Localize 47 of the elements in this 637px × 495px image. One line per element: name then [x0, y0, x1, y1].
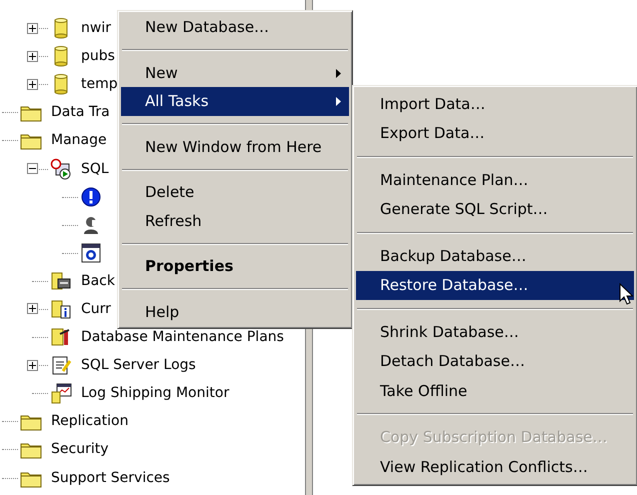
- menu-item[interactable]: Detach Database…: [356, 346, 634, 376]
- mouse-pointer-icon: [619, 283, 633, 305]
- menu-item[interactable]: Take Offline: [356, 376, 634, 406]
- menu-item[interactable]: Shrink Database…: [356, 317, 634, 346]
- menu-item[interactable]: Refresh: [121, 206, 349, 235]
- tree-item[interactable]: Support Services: [50, 470, 171, 486]
- info-database-icon: [50, 298, 72, 320]
- expand-button[interactable]: [27, 22, 38, 34]
- tree-item[interactable]: Replication: [50, 413, 130, 430]
- menu-item[interactable]: Delete: [121, 178, 349, 206]
- menu-item[interactable]: Generate SQL Script…: [356, 194, 634, 224]
- expand-button[interactable]: [27, 50, 38, 62]
- tree-item[interactable]: Curr: [80, 300, 112, 317]
- tools-database-icon: [50, 326, 72, 348]
- expand-button[interactable]: [27, 78, 38, 90]
- menu-item[interactable]: Restore Database…: [356, 270, 634, 300]
- tree-item[interactable]: Back: [80, 272, 116, 289]
- expand-button[interactable]: [27, 303, 38, 314]
- tape-drive-icon: [50, 270, 72, 292]
- exclamation-icon: [80, 186, 102, 208]
- menu-item[interactable]: New: [121, 58, 349, 87]
- tree-item[interactable]: nwir: [80, 20, 112, 36]
- menu-item[interactable]: Properties: [121, 252, 349, 280]
- menu-item[interactable]: View Replication Conflicts…: [356, 452, 634, 482]
- menu-item[interactable]: New Database…: [121, 13, 349, 42]
- tree-item[interactable]: Manage: [50, 132, 108, 148]
- menu-item[interactable]: Import Data…: [356, 89, 634, 118]
- clock-window-icon: [80, 242, 102, 264]
- menu-item[interactable]: Export Data…: [356, 118, 634, 148]
- chart-window-icon: [50, 382, 72, 404]
- tree-item[interactable]: Security: [50, 441, 110, 458]
- menu-item[interactable]: All Tasks: [121, 87, 349, 116]
- menu-item[interactable]: Backup Database…: [356, 241, 634, 270]
- tree-item[interactable]: temp: [80, 76, 119, 92]
- menu-item[interactable]: Maintenance Plan…: [356, 165, 634, 194]
- tree-item[interactable]: Log Shipping Monitor: [80, 385, 230, 402]
- tree-item[interactable]: pubs: [80, 48, 116, 64]
- tree-item[interactable]: Database Maintenance Plans: [80, 329, 285, 346]
- notepad-icon: [50, 354, 72, 376]
- tree-item[interactable]: SQL: [80, 160, 110, 177]
- menu-item[interactable]: Help: [121, 298, 349, 326]
- menu-item[interactable]: New Window from Here: [121, 132, 349, 161]
- expand-button[interactable]: [27, 360, 38, 371]
- expand-button[interactable]: [27, 163, 38, 174]
- tree-item[interactable]: Data Tra: [50, 104, 111, 120]
- tree-item[interactable]: SQL Server Logs: [80, 357, 197, 374]
- clock-play-icon: [50, 158, 72, 180]
